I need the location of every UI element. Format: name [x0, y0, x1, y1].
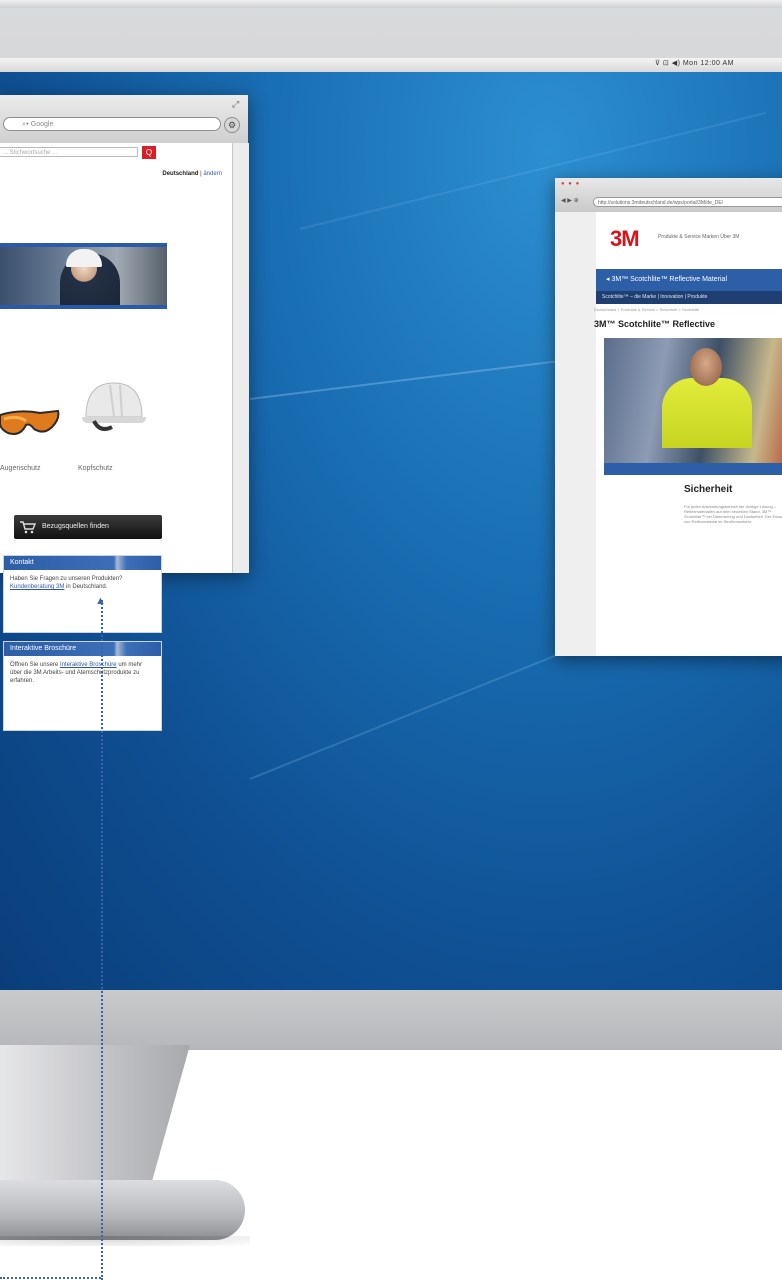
stand-shadow: [0, 1236, 250, 1246]
change-country-link[interactable]: ändern: [203, 171, 222, 177]
annotation-arrow-icon: ▲: [95, 595, 106, 607]
hero-banner: [0, 243, 167, 309]
find-dealer-label: Bezugsquellen finden: [42, 523, 109, 530]
section-bar[interactable]: ◂ 3M™ Scotchlite™ Reflective Material: [596, 269, 782, 291]
google-search-field[interactable]: ⌕▾ Google: [3, 117, 221, 131]
contact-box-title: Kontakt: [4, 556, 161, 570]
site-search-input[interactable]: ... Stichwortsuche ...: [0, 147, 138, 157]
shopping-cart-icon: [20, 521, 36, 534]
section-heading: Sicherheit: [684, 484, 733, 495]
category-head-protection[interactable]: Kopfschutz: [78, 465, 113, 472]
site-search-button[interactable]: Q: [142, 146, 156, 159]
window-controls[interactable]: ● ● ●: [561, 181, 580, 187]
monitor-chin: [0, 990, 782, 1050]
vertical-scrollbar[interactable]: [232, 143, 249, 573]
hero-image: [604, 338, 782, 475]
contact-text-end: in Deutschland.: [66, 584, 108, 590]
annotation-dotted-line: [101, 600, 103, 1280]
brochure-box: Interaktive Broschüre Öffnen Sie unsere …: [3, 641, 162, 731]
worker-helmet: [66, 249, 102, 267]
web-page-3m: 3M Produkte & Service Marken Über 3M ◂ 3…: [594, 212, 782, 656]
address-bar[interactable]: http://solutions.3mdeutschland.de/wps/po…: [593, 197, 782, 207]
browser-titlebar: ● ● ● ◀ ▶ ⊕ http://solutions.3mdeutschla…: [555, 178, 782, 213]
country-name: Deutschland: [162, 171, 199, 177]
worker-head: [690, 348, 722, 386]
country-selector: Deutschland | ändern: [162, 171, 222, 177]
monitor-stand-base: [0, 1180, 245, 1240]
menubar-status-items[interactable]: ⊽ ⊡ ◀) Mon 12:00 AM: [655, 59, 734, 67]
browser-sidebar: [555, 212, 597, 656]
customer-service-link[interactable]: Kundenberatung 3M: [10, 584, 64, 590]
sub-navigation[interactable]: Scotchlite™ – die Marke | Innovation | P…: [596, 291, 782, 304]
annotation-dotted-line-horizontal: [0, 1277, 101, 1279]
breadcrumb[interactable]: Deutschland > Produkte & Service > Siche…: [594, 307, 699, 312]
hard-hat-image[interactable]: [80, 377, 148, 433]
contact-box-body: Haben Sie Fragen zu unseren Produkten? K…: [4, 570, 161, 596]
contact-box: Kontakt Haben Sie Fragen zu unseren Prod…: [3, 555, 162, 633]
intro-paragraph: Für jeden Anwendungsbereich die richtige…: [684, 504, 782, 524]
back-forward-icons[interactable]: ◀ ▶ ⊕: [561, 197, 579, 204]
interactive-brochure-link[interactable]: Interaktive Broschüre: [60, 662, 117, 668]
reflective-jacket: [662, 378, 752, 448]
monitor-stand-neck: [0, 1045, 190, 1195]
left-browser-window: ⤢ ⌕▾ Google ⚙ ... Stichwortsuche ... Q D…: [0, 95, 249, 731]
3m-logo[interactable]: 3M: [610, 226, 640, 252]
page-title: 3M™ Scotchlite™ Reflective: [594, 319, 716, 329]
resize-icon[interactable]: ⤢: [232, 99, 239, 110]
brochure-text: Öffnen Sie unsere: [10, 662, 59, 668]
monitor-top-edge: [0, 0, 782, 8]
top-navigation[interactable]: Produkte & Service Marken Über 3M: [658, 234, 739, 240]
gear-icon[interactable]: ⚙: [224, 117, 240, 133]
category-eye-protection[interactable]: Augenschutz: [0, 465, 40, 472]
safety-glasses-image[interactable]: [0, 405, 62, 441]
brochure-box-title: Interaktive Broschüre: [4, 642, 161, 656]
browser-toolbar: ⤢ ⌕▾ Google ⚙: [0, 95, 248, 144]
find-dealer-button[interactable]: Bezugsquellen finden: [14, 515, 162, 539]
menu-bar: ⊽ ⊡ ◀) Mon 12:00 AM: [0, 58, 782, 72]
right-browser-window: ● ● ● ◀ ▶ ⊕ http://solutions.3mdeutschla…: [555, 178, 782, 656]
web-page: ... Stichwortsuche ... Q Deutschland | ä…: [0, 143, 232, 731]
contact-text: Haben Sie Fragen zu unseren Produkten?: [10, 576, 123, 582]
brochure-box-body: Öffnen Sie unsere Interaktive Broschüre …: [4, 656, 161, 690]
